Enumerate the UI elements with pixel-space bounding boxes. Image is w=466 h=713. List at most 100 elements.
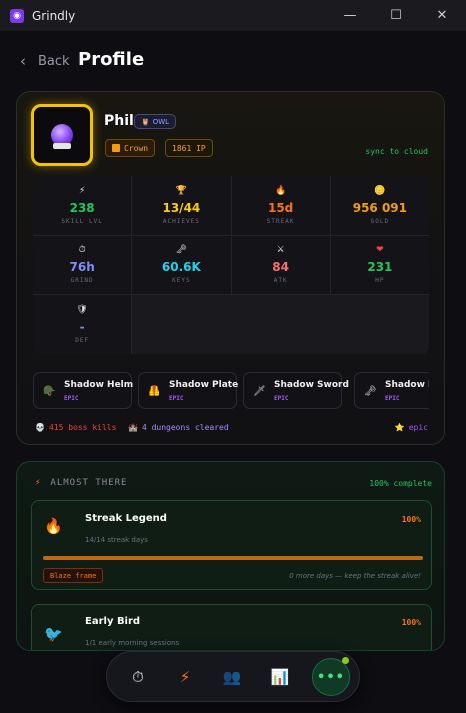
- stats-nav-button[interactable]: 📊: [264, 661, 296, 693]
- tier-badge: ⭐ epic: [395, 423, 428, 432]
- stat-value: 84: [272, 260, 289, 275]
- stat-value: 238: [69, 200, 95, 215]
- stat-label: DEF: [75, 337, 90, 345]
- gear-rarity: EPIC: [64, 395, 79, 402]
- stat-defense: 🛡 - DEF: [33, 295, 132, 354]
- maximize-button[interactable]: ☐: [373, 0, 419, 31]
- stat-label: GOLD: [370, 217, 390, 225]
- stat-grind: ⏱ 76h GRIND: [33, 235, 132, 295]
- chevron-left-icon: ‹: [20, 52, 26, 70]
- timer-nav-button[interactable]: ⏱: [122, 661, 154, 693]
- armor-icon: 🦺: [148, 386, 161, 397]
- close-button[interactable]: ✕: [419, 0, 465, 31]
- stat-streak: 🔥 15d STREAK: [231, 176, 330, 235]
- achievement-hint: 0 more days — keep the streak alive!: [289, 572, 421, 580]
- lightning-icon: ⚡: [35, 478, 42, 488]
- back-label: Back: [38, 53, 70, 69]
- achievement-progress-text: 14/14 streak days: [85, 536, 148, 544]
- gear-rarity: EPIC: [169, 395, 184, 402]
- crossed-swords-icon: ⚔: [276, 245, 285, 256]
- stat-value: -: [79, 320, 85, 335]
- notification-dot: [342, 657, 349, 664]
- fire-icon: 🔥: [44, 517, 63, 535]
- stat-label: ACHIEVES: [162, 217, 200, 225]
- gear-item[interactable]: 🪖 Shadow Helm EPIC: [33, 372, 134, 409]
- trophy-icon: 🏆: [175, 185, 187, 196]
- heart-icon: ❤: [376, 245, 384, 256]
- stat-value: 15d: [267, 200, 294, 215]
- gear-item[interactable]: 🗝 Shadow L EPIC: [354, 372, 429, 409]
- gear-rarity: EPIC: [274, 395, 289, 402]
- achievement-name: Streak Legend: [85, 513, 167, 524]
- app-logo-icon: ◉: [10, 8, 24, 23]
- achievement-percent: 100%: [401, 515, 421, 524]
- tier-text: epic: [408, 423, 428, 432]
- rank-badge: Crown: [105, 139, 156, 157]
- achievement-progress-text: 1/1 early morning sessions: [85, 639, 180, 647]
- avatar[interactable]: [31, 104, 93, 166]
- stat-label: SKILL LVL: [61, 217, 103, 225]
- empty-stat-slot: [132, 295, 429, 354]
- username: Phil: [104, 113, 134, 129]
- stat-attack: ⚔ 84 ATK: [231, 235, 330, 295]
- rank-label: Crown: [124, 143, 149, 153]
- equipped-gear-list[interactable]: 🪖 Shadow Helm EPIC 🦺 Shadow Plate EPIC 🗡…: [33, 372, 429, 410]
- dungeons-cleared: 🏰 4 dungeons cleared: [128, 423, 229, 432]
- completion-summary: 100% complete: [369, 479, 432, 488]
- bird-icon: 🐦: [44, 625, 63, 643]
- window-title: Grindly: [32, 8, 76, 23]
- almost-there-header: ⚡ ALMOST THERE: [35, 478, 127, 488]
- stat-achievements: 🏆 13/44 ACHIEVES: [132, 176, 231, 235]
- profile-card: Phil 🦉 OWL Crown 1861 IP sync to cloud ⚡…: [16, 91, 445, 445]
- fire-icon: 🔥: [275, 185, 287, 196]
- gear-rarity: EPIC: [385, 395, 400, 402]
- achievement-progress-bar: [43, 556, 423, 560]
- lightning-icon: ⚡: [78, 185, 86, 196]
- shield-icon: 🛡: [76, 305, 88, 316]
- page-title: Profile: [78, 49, 145, 70]
- owl-badge-label: OWL: [152, 117, 170, 126]
- back-button[interactable]: ‹ Back: [20, 52, 70, 70]
- stat-value: 60.6K: [161, 260, 201, 275]
- stat-value: 13/44: [162, 200, 201, 215]
- gear-name: Shadow Sword: [274, 380, 349, 390]
- achievement-card[interactable]: 🐦 Early Bird 100% 1/1 early morning sess…: [31, 604, 432, 650]
- stats-grid: ⚡ 238 SKILL LVL 🏆 13/44 ACHIEVES 🔥 15d S…: [33, 176, 429, 354]
- title-bar: ◉ Grindly — ☐ ✕: [0, 0, 466, 31]
- coin-icon: 🪙: [374, 185, 386, 196]
- boss-kills-text: 415 boss kills: [48, 423, 117, 432]
- achievement-card[interactable]: 🔥 Streak Legend 100% 14/14 streak days B…: [31, 500, 432, 590]
- sync-to-cloud-link[interactable]: sync to cloud: [365, 147, 428, 156]
- party-nav-button[interactable]: 👥: [216, 661, 248, 693]
- achievement-name: Early Bird: [85, 616, 141, 627]
- achievement-percent: 100%: [401, 618, 421, 627]
- gear-name: Shadow L: [385, 380, 429, 390]
- stat-label: HP: [375, 277, 385, 285]
- gear-name: Shadow Plate: [169, 380, 239, 390]
- stat-keys: 🗝 60.6K KEYS: [132, 235, 231, 295]
- stat-value: 956 091: [352, 200, 408, 215]
- reward-badge: Blaze frame: [43, 568, 104, 583]
- stat-skill-level: ⚡ 238 SKILL LVL: [33, 176, 132, 235]
- gear-item[interactable]: 🗡 Shadow Sword EPIC: [243, 372, 349, 409]
- stat-label: STREAK: [266, 217, 295, 225]
- stat-label: GRIND: [70, 277, 94, 285]
- stat-value: 231: [367, 260, 393, 275]
- boss-kills: 💀 415 boss kills: [35, 423, 116, 432]
- crystal-ball-icon: [51, 124, 73, 149]
- gear-item[interactable]: 🦺 Shadow Plate EPIC: [138, 372, 239, 409]
- keyboard-icon: 🗝: [175, 245, 188, 256]
- dungeons-text: 4 dungeons cleared: [141, 423, 229, 432]
- gear-name: Shadow Helm: [64, 380, 134, 390]
- legs-icon: 🗝: [364, 386, 377, 397]
- skills-nav-button[interactable]: ⚡: [169, 661, 201, 693]
- star-icon: ⭐: [394, 423, 405, 432]
- minimize-button[interactable]: —: [327, 0, 373, 31]
- castle-icon: 🏰: [128, 423, 138, 432]
- stopwatch-icon: ⏱: [78, 245, 86, 256]
- helmet-icon: 🪖: [43, 386, 56, 397]
- stat-value: 76h: [69, 260, 95, 275]
- owl-icon: 🦉: [141, 117, 150, 126]
- sword-icon: 🗡: [253, 386, 266, 397]
- crown-icon: [112, 144, 120, 152]
